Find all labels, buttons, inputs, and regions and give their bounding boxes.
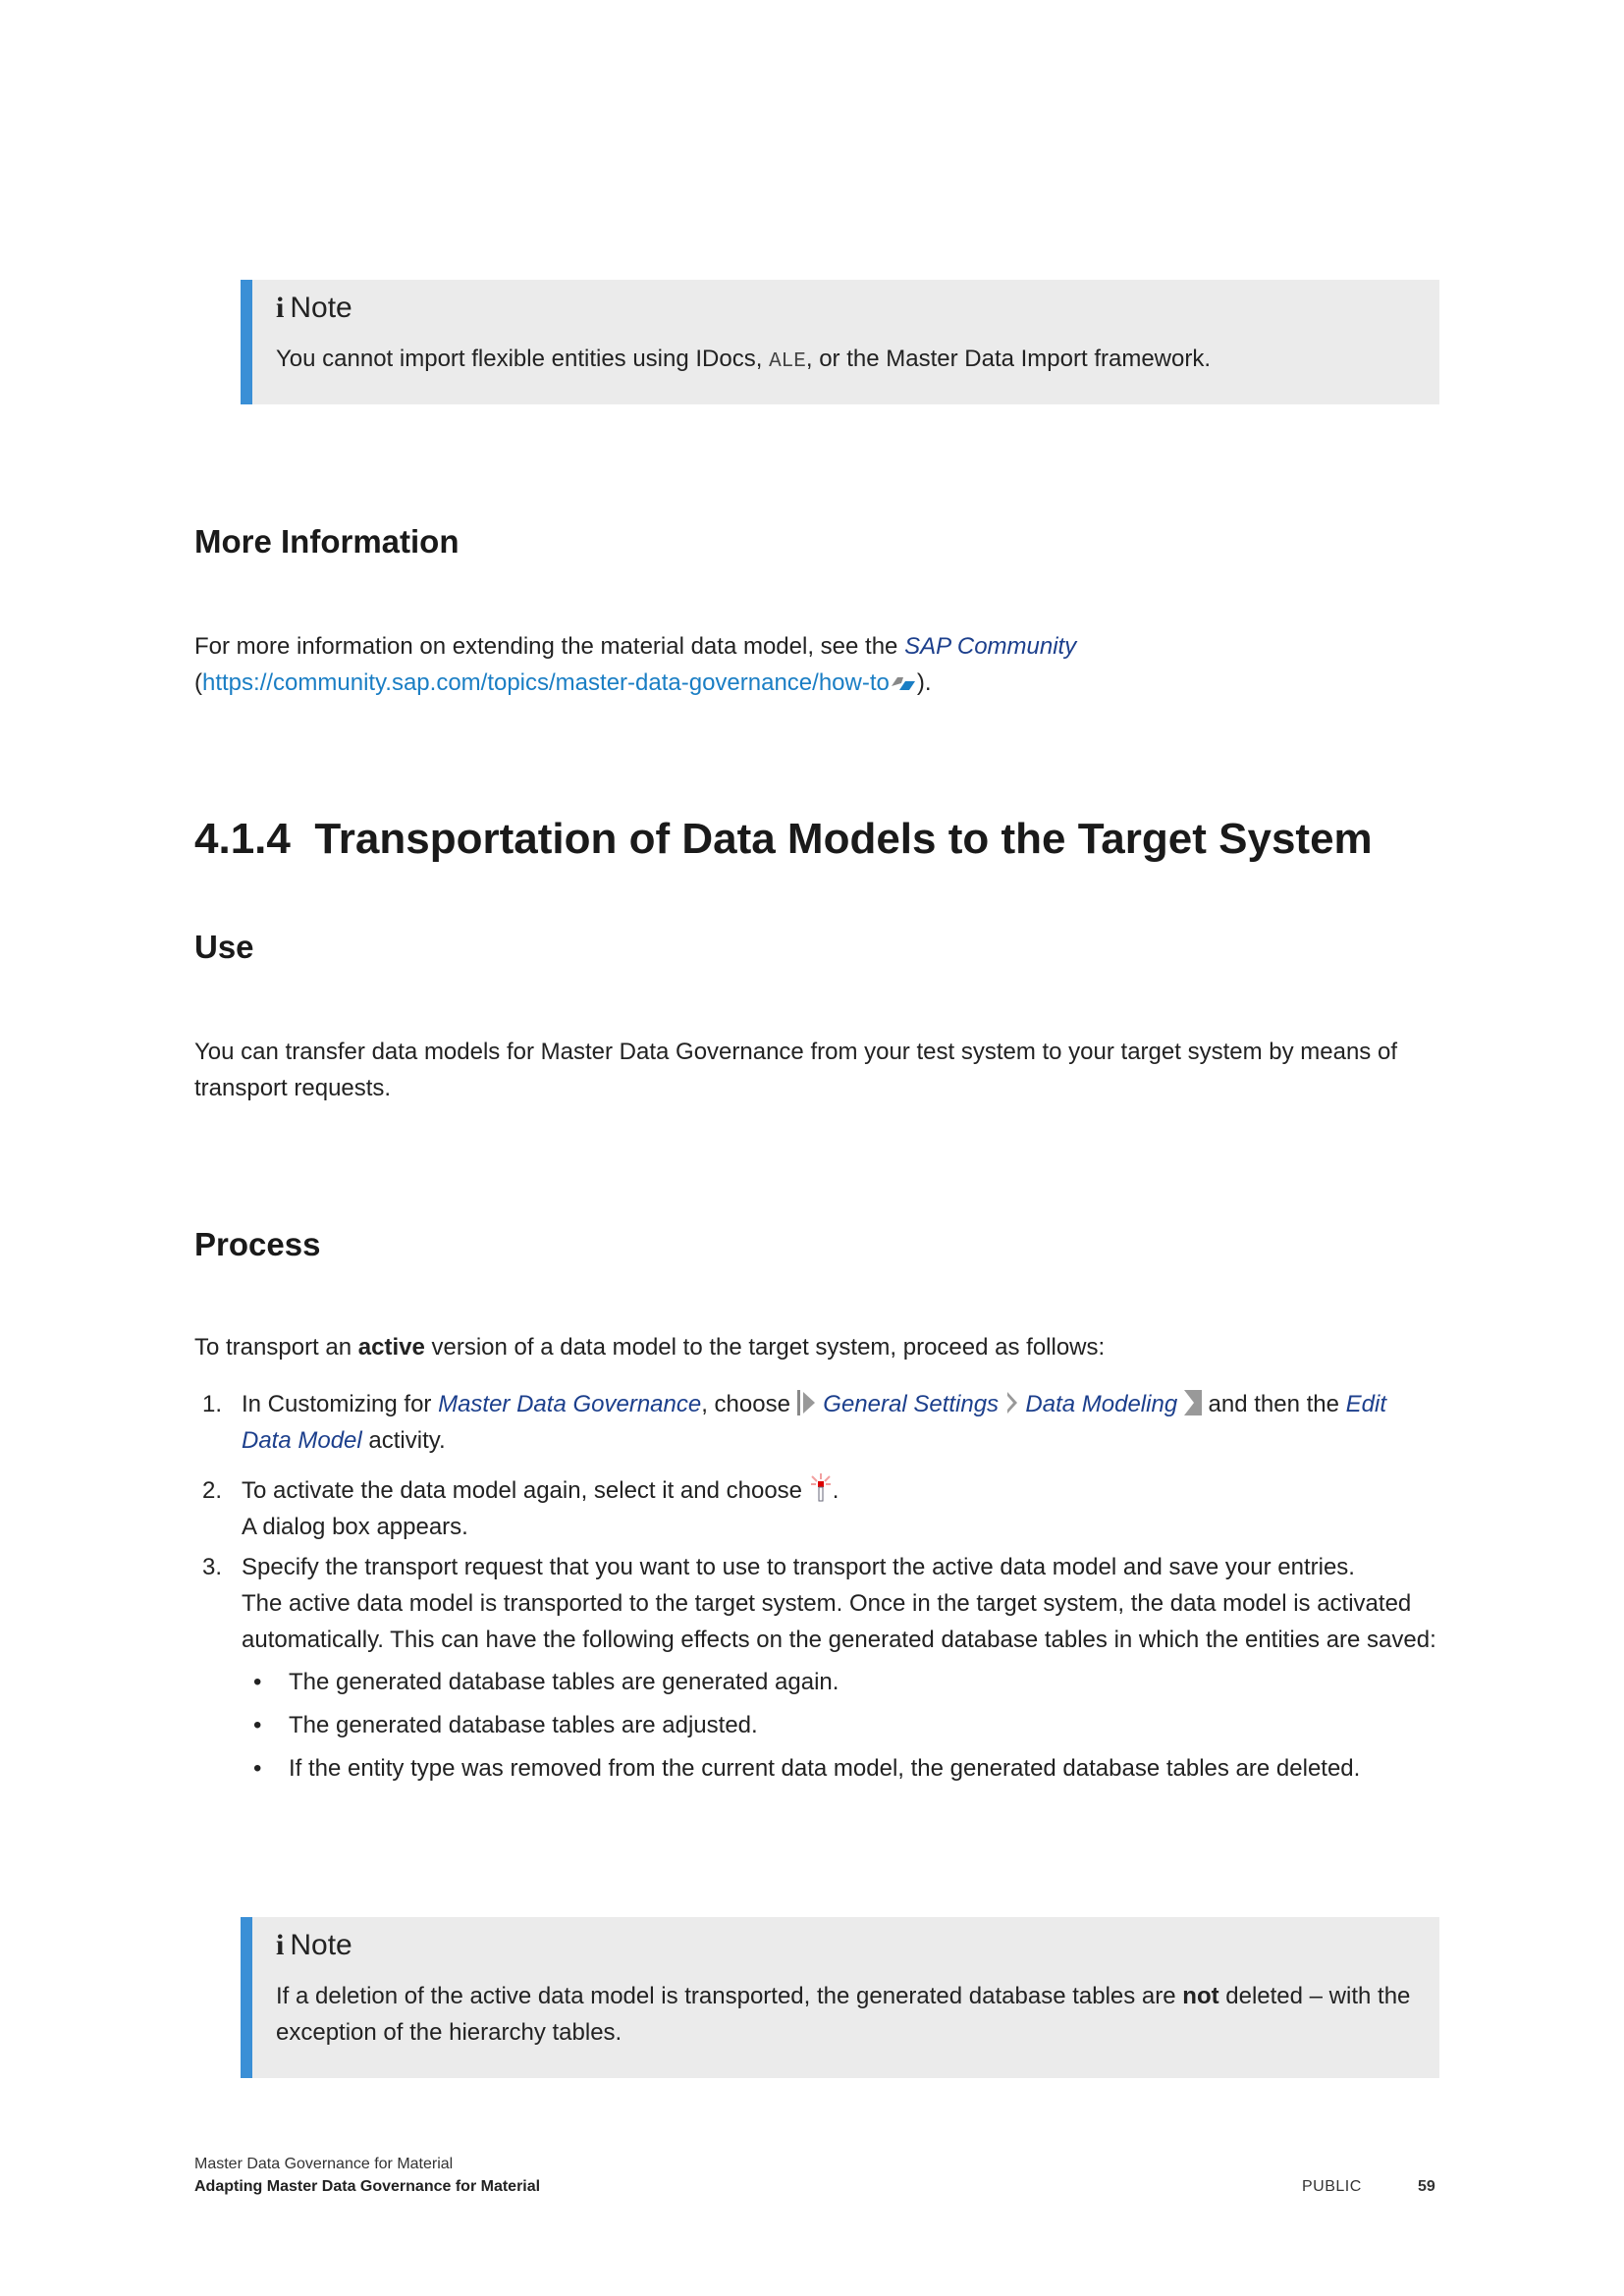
- section-heading: 4.1.4 Transportation of Data Models to t…: [194, 815, 1373, 863]
- path-end-icon: [1183, 1390, 1202, 1415]
- page-number: 59: [1418, 2178, 1435, 2195]
- list-item: • The generated database tables are adjus…: [253, 1712, 758, 1738]
- process-steps: 1. In Customizing for Master Data Govern…: [194, 1386, 1439, 1793]
- effects-list: • The generated database tables are gener…: [242, 1664, 1439, 1787]
- code-ale: ALE: [769, 350, 806, 373]
- note-box: i Note You cannot import flexible entitie…: [241, 280, 1439, 404]
- sap-community-link[interactable]: SAP Community: [904, 633, 1076, 660]
- heading-process: Process: [194, 1226, 321, 1262]
- path-separator-icon: [1006, 1392, 1017, 1414]
- note-text: If a deletion of the active data model i…: [276, 1983, 1411, 2046]
- list-item: • The generated database tables are gener…: [253, 1669, 839, 1695]
- mdg-link[interactable]: Master Data Governance: [438, 1391, 701, 1417]
- footer-chapter: Adapting Master Data Governance for Mate…: [194, 2178, 541, 2195]
- external-link-icon: [891, 677, 915, 690]
- step-2: 2. To activate the data model again, sel…: [194, 1472, 1439, 1545]
- footer-classification: PUBLIC: [1302, 2178, 1362, 2195]
- path-general-settings[interactable]: General Settings: [823, 1391, 999, 1417]
- heading-more-information: More Information: [194, 523, 460, 560]
- note-title: i Note: [276, 292, 352, 324]
- info-icon: i: [276, 1929, 285, 1961]
- heading-use: Use: [194, 929, 254, 965]
- footer-doc-title: Master Data Governance for Material: [194, 2156, 454, 2172]
- step-3: 3. Specify the transport request that yo…: [194, 1549, 1439, 1787]
- note-box-2: i Note If a deletion of the active data m…: [241, 1917, 1439, 2078]
- process-intro: To transport an active version of a data…: [194, 1334, 1106, 1361]
- step-1: 1. In Customizing for Master Data Govern…: [202, 1390, 1386, 1454]
- community-url-link[interactable]: https://community.sap.com/topics/master-…: [202, 669, 890, 696]
- use-paragraph: You can transfer data models for Master …: [194, 1039, 1397, 1101]
- list-item: • If the entity type was removed from the…: [253, 1755, 1361, 1782]
- info-icon: i: [276, 292, 285, 324]
- note-title: i Note: [276, 1929, 352, 1961]
- note-text: You cannot import flexible entities usin…: [276, 346, 1211, 373]
- activate-icon: [810, 1473, 831, 1502]
- path-data-modeling[interactable]: Data Modeling: [1025, 1391, 1177, 1417]
- more-info-paragraph: For more information on extending the ma…: [194, 633, 1077, 696]
- path-start-icon: [796, 1390, 815, 1415]
